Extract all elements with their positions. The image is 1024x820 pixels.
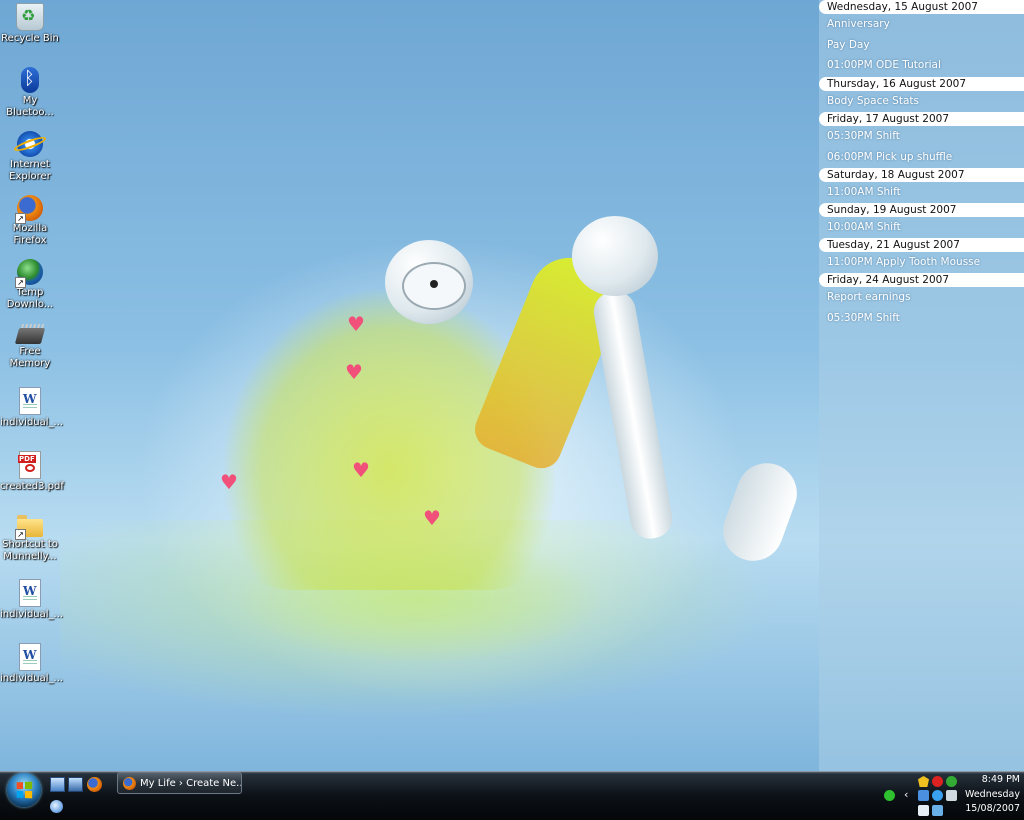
desktop-icon-word-document[interactable]: individual_...	[0, 640, 64, 685]
pdf-document-icon	[18, 451, 41, 479]
calendar-day: Friday, 24 August 2007 Report earnings 0…	[819, 273, 1024, 328]
word-document-icon	[19, 579, 41, 607]
taskbar-window-button[interactable]: My Life › Create Ne...	[117, 772, 242, 794]
wallpaper-figure-body	[590, 288, 676, 542]
heart-icon: ♥	[423, 506, 441, 530]
desktop-icon-label: Recycle Bin	[1, 33, 59, 44]
desktop-icon-label: individual_...	[0, 417, 64, 428]
calendar-day: Sunday, 19 August 2007 10:00AM Shift	[819, 203, 1024, 238]
globe-icon	[15, 259, 43, 288]
calendar-event[interactable]: 11:00PM Apply Tooth Mousse	[819, 252, 1024, 273]
desktop-icon-folder-shortcut[interactable]: Shortcut to Munnelly...	[0, 512, 60, 563]
clock-time: 8:49 PM	[981, 774, 1020, 785]
desktop-icon-bluetooth[interactable]: My Bluetoo...	[0, 64, 60, 119]
memory-chip-icon	[14, 328, 46, 344]
desktop-icon-label: Shortcut to Munnelly...	[2, 539, 58, 562]
heart-icon: ♥	[220, 470, 238, 494]
calendar-day: Tuesday, 21 August 2007 11:00PM Apply To…	[819, 238, 1024, 273]
calendar-day: Thursday, 16 August 2007 Body Space Stat…	[819, 77, 1024, 112]
calendar-day-header[interactable]: Sunday, 19 August 2007	[819, 203, 1024, 217]
calendar-event[interactable]: Anniversary	[819, 14, 1024, 35]
desktop-icon-word-document[interactable]: individual_...	[0, 384, 64, 429]
folder-icon	[15, 515, 43, 540]
calendar-day: Wednesday, 15 August 2007 Anniversary Pa…	[819, 0, 1024, 76]
recycle-bin-icon	[16, 3, 44, 31]
desktop-icon-label: individual_...	[0, 673, 64, 684]
desktop-icon-free-memory[interactable]: Free Memory	[0, 320, 60, 370]
desktop-icon-label: Mozilla Firefox	[12, 223, 48, 246]
desktop-icon-label: created3.pdf	[0, 481, 64, 492]
heart-icon: ♥	[347, 312, 365, 336]
wallpaper-figure-pupil	[430, 280, 438, 288]
desktop-icon-label: My Bluetoo...	[6, 95, 54, 118]
switch-windows-icon[interactable]	[68, 777, 83, 792]
desktop-icon-recycle-bin[interactable]: Recycle Bin	[0, 0, 60, 45]
calendar-event[interactable]: 05:30PM Shift	[819, 126, 1024, 147]
calendar-day-header[interactable]: Wednesday, 15 August 2007	[819, 0, 1024, 14]
word-document-icon	[19, 643, 41, 671]
calendar-day: Saturday, 18 August 2007 11:00AM Shift	[819, 168, 1024, 203]
bluetooth-icon	[21, 67, 39, 93]
taskbar: My Life › Create Ne... ‹ 8:49 PM Wednesd…	[0, 771, 1024, 820]
alert-icon[interactable]	[932, 776, 943, 787]
desktop-icon-temp-downloads[interactable]: Temp Downlo...	[0, 256, 60, 311]
calendar-event[interactable]: 01:00PM ODE Tutorial	[819, 55, 1024, 76]
desktop-icon-label: Free Memory	[9, 346, 51, 369]
calendar-event[interactable]: 10:00AM Shift	[819, 217, 1024, 238]
desktop-icon-label: individual_...	[0, 609, 64, 620]
calendar-day-header[interactable]: Thursday, 16 August 2007	[819, 77, 1024, 91]
mail-icon[interactable]	[918, 805, 929, 816]
wallpaper-figure-head-right	[572, 216, 658, 296]
word-document-icon	[19, 387, 41, 415]
system-tray: ‹ 8:49 PM Wednesday 15/08/2007	[880, 772, 1024, 820]
desktop-icon-pdf[interactable]: created3.pdf	[0, 448, 64, 493]
firefox-icon	[15, 195, 43, 224]
globe-tray-icon[interactable]	[932, 790, 943, 801]
show-hidden-icons-chevron-icon[interactable]: ‹	[904, 788, 908, 801]
calendar-event[interactable]: 06:00PM Pick up shuffle	[819, 147, 1024, 168]
quicklaunch-globe-icon[interactable]	[50, 800, 63, 813]
firefox-quicklaunch-icon[interactable]	[87, 777, 102, 792]
clock-day: Wednesday	[964, 788, 1020, 800]
desktop-icon-word-document[interactable]: individual_...	[0, 576, 64, 621]
calendar-day: Friday, 17 August 2007 05:30PM Shift 06:…	[819, 112, 1024, 167]
calendar-event[interactable]: 05:30PM Shift	[819, 308, 1024, 329]
clock-date: 15/08/2007	[965, 803, 1020, 814]
green-status-icon[interactable]	[884, 790, 895, 801]
calendar-day-header[interactable]: Tuesday, 21 August 2007	[819, 238, 1024, 252]
start-button[interactable]	[7, 773, 41, 807]
taskbar-window-label: My Life › Create Ne...	[140, 778, 242, 789]
taskbar-clock[interactable]: 8:49 PM Wednesday 15/08/2007	[950, 773, 1020, 817]
calendar-day-header[interactable]: Friday, 24 August 2007	[819, 273, 1024, 287]
desktop-icon-internet-explorer[interactable]: Internet Explorer	[0, 128, 60, 183]
calendar-day-header[interactable]: Saturday, 18 August 2007	[819, 168, 1024, 182]
firefox-icon	[123, 777, 136, 790]
calendar-sidebar-gadget: Wednesday, 15 August 2007 Anniversary Pa…	[819, 0, 1024, 771]
calendar-event[interactable]: 11:00AM Shift	[819, 182, 1024, 203]
heart-icon: ♥	[352, 458, 370, 482]
heart-icon: ♥	[345, 360, 363, 384]
connection-icon[interactable]	[932, 805, 943, 816]
calendar-event[interactable]: Pay Day	[819, 35, 1024, 56]
show-desktop-icon[interactable]	[50, 777, 65, 792]
calendar-event[interactable]: Body Space Stats	[819, 91, 1024, 112]
network-icon[interactable]	[918, 790, 929, 801]
desktop-icon-label: Temp Downlo...	[6, 287, 54, 310]
calendar-event[interactable]: Report earnings	[819, 287, 1024, 308]
desktop-icon-firefox[interactable]: Mozilla Firefox	[0, 192, 60, 247]
internet-explorer-icon	[17, 131, 43, 157]
calendar-day-header[interactable]: Friday, 17 August 2007	[819, 112, 1024, 126]
security-shield-icon[interactable]	[918, 776, 929, 787]
desktop-icon-label: Internet Explorer	[9, 159, 51, 182]
